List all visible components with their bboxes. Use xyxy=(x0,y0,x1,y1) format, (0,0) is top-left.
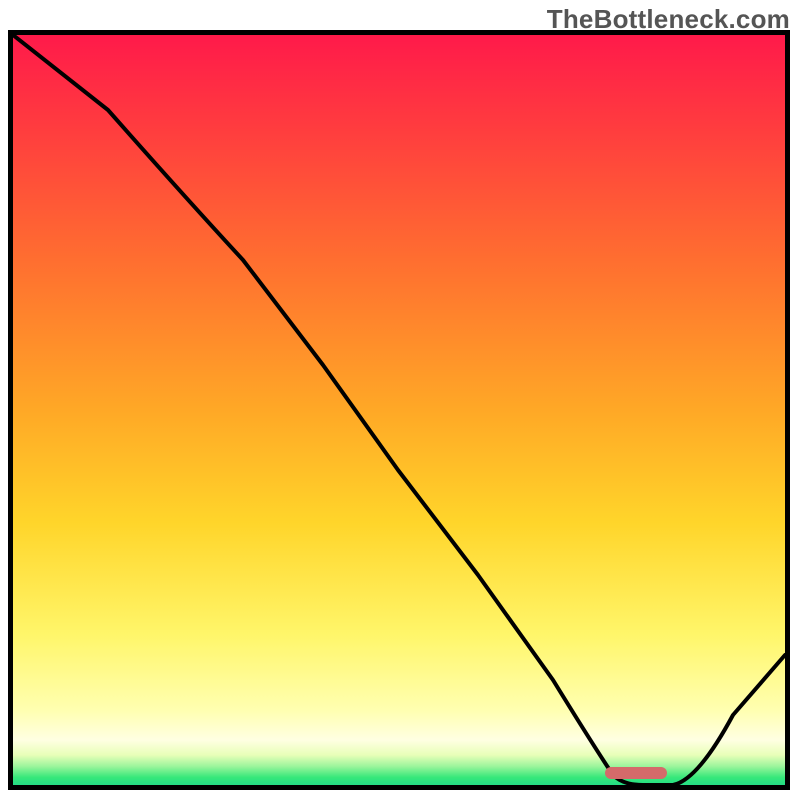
plot-frame xyxy=(8,30,790,790)
bottleneck-curve xyxy=(13,35,785,785)
curve-path xyxy=(13,35,785,785)
optimal-range-marker xyxy=(605,767,667,779)
watermark-text: TheBottleneck.com xyxy=(547,4,790,35)
chart-container: TheBottleneck.com xyxy=(0,0,800,800)
